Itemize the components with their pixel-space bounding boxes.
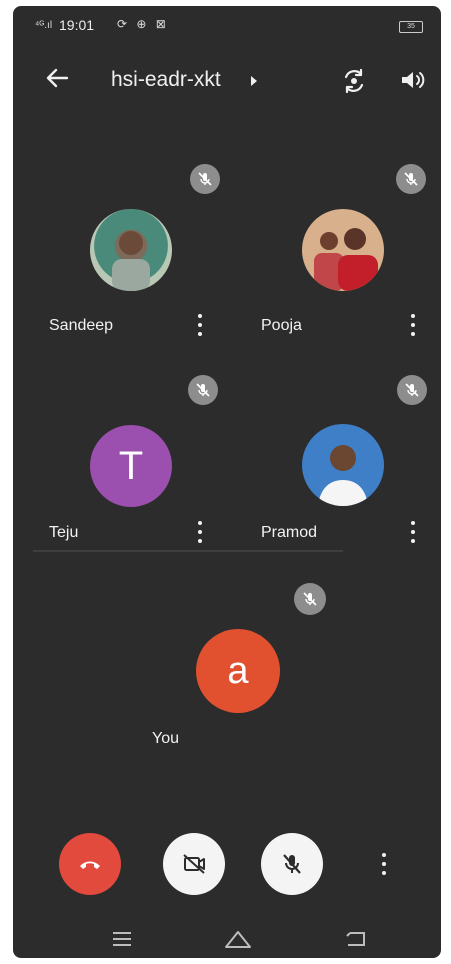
caret-right-icon[interactable] xyxy=(251,76,257,86)
status-time: 19:01 xyxy=(59,17,95,33)
more-vert-icon[interactable] xyxy=(195,519,205,545)
end-call-button[interactable] xyxy=(59,833,121,895)
flip-camera-icon[interactable] xyxy=(339,66,369,96)
avatar-initial: T xyxy=(118,443,144,488)
signal-indicator: ⁴ᴳ.ıl xyxy=(35,20,53,31)
participant-name: Sandeep xyxy=(49,317,114,334)
avatar-letter: T xyxy=(90,425,172,507)
participant-name: Pooja xyxy=(261,317,302,334)
back-nav-icon[interactable] xyxy=(344,930,368,948)
meeting-code[interactable]: hsi-eadr-xkt xyxy=(111,68,221,92)
participant-name: Teju xyxy=(49,524,79,541)
more-vert-icon[interactable] xyxy=(408,312,418,338)
more-vert-icon[interactable] xyxy=(195,312,205,338)
participant-name: Pramod xyxy=(261,524,318,541)
phone-hangup-icon xyxy=(80,861,100,869)
phone-screen: ⁴ᴳ.ıl 19:01 ⟳ ⊕ ⊠ 35 hsi-eadr-xkt Sandee… xyxy=(13,6,441,958)
battery-icon: 35 xyxy=(399,21,423,33)
mic-off-icon xyxy=(283,854,301,874)
mic-off-icon xyxy=(294,583,326,615)
more-vert-icon[interactable] xyxy=(408,519,418,545)
participant-tile[interactable]: Sandeep xyxy=(13,156,226,362)
self-name: You xyxy=(152,730,179,747)
avatar-photo xyxy=(302,424,384,506)
mic-off-icon xyxy=(190,164,220,194)
speaker-icon[interactable] xyxy=(398,66,426,94)
status-bar: ⁴ᴳ.ıl 19:01 ⟳ ⊕ ⊠ 35 xyxy=(13,6,441,42)
self-avatar: a xyxy=(196,629,280,713)
participant-tile[interactable]: T Teju xyxy=(13,364,226,570)
mic-off-icon xyxy=(396,164,426,194)
more-options-icon[interactable] xyxy=(379,851,389,879)
arrow-left-icon[interactable] xyxy=(43,64,71,92)
status-icons: ⟳ ⊕ ⊠ xyxy=(117,17,169,31)
tile-divider xyxy=(33,550,343,552)
mic-off-icon xyxy=(188,375,218,405)
home-icon[interactable] xyxy=(223,928,253,950)
avatar-photo xyxy=(302,209,384,291)
call-header: hsi-eadr-xkt xyxy=(13,58,441,106)
system-nav-bar xyxy=(13,918,441,958)
camera-off-icon xyxy=(183,854,205,874)
avatar-photo xyxy=(90,209,172,291)
mic-toggle-button[interactable] xyxy=(261,833,323,895)
participant-tile[interactable]: Pramod xyxy=(226,364,439,570)
mic-off-icon xyxy=(397,375,427,405)
menu-icon[interactable] xyxy=(111,930,133,948)
participant-tile[interactable]: Pooja xyxy=(226,156,439,362)
avatar-initial: a xyxy=(227,649,249,692)
camera-toggle-button[interactable] xyxy=(163,833,225,895)
